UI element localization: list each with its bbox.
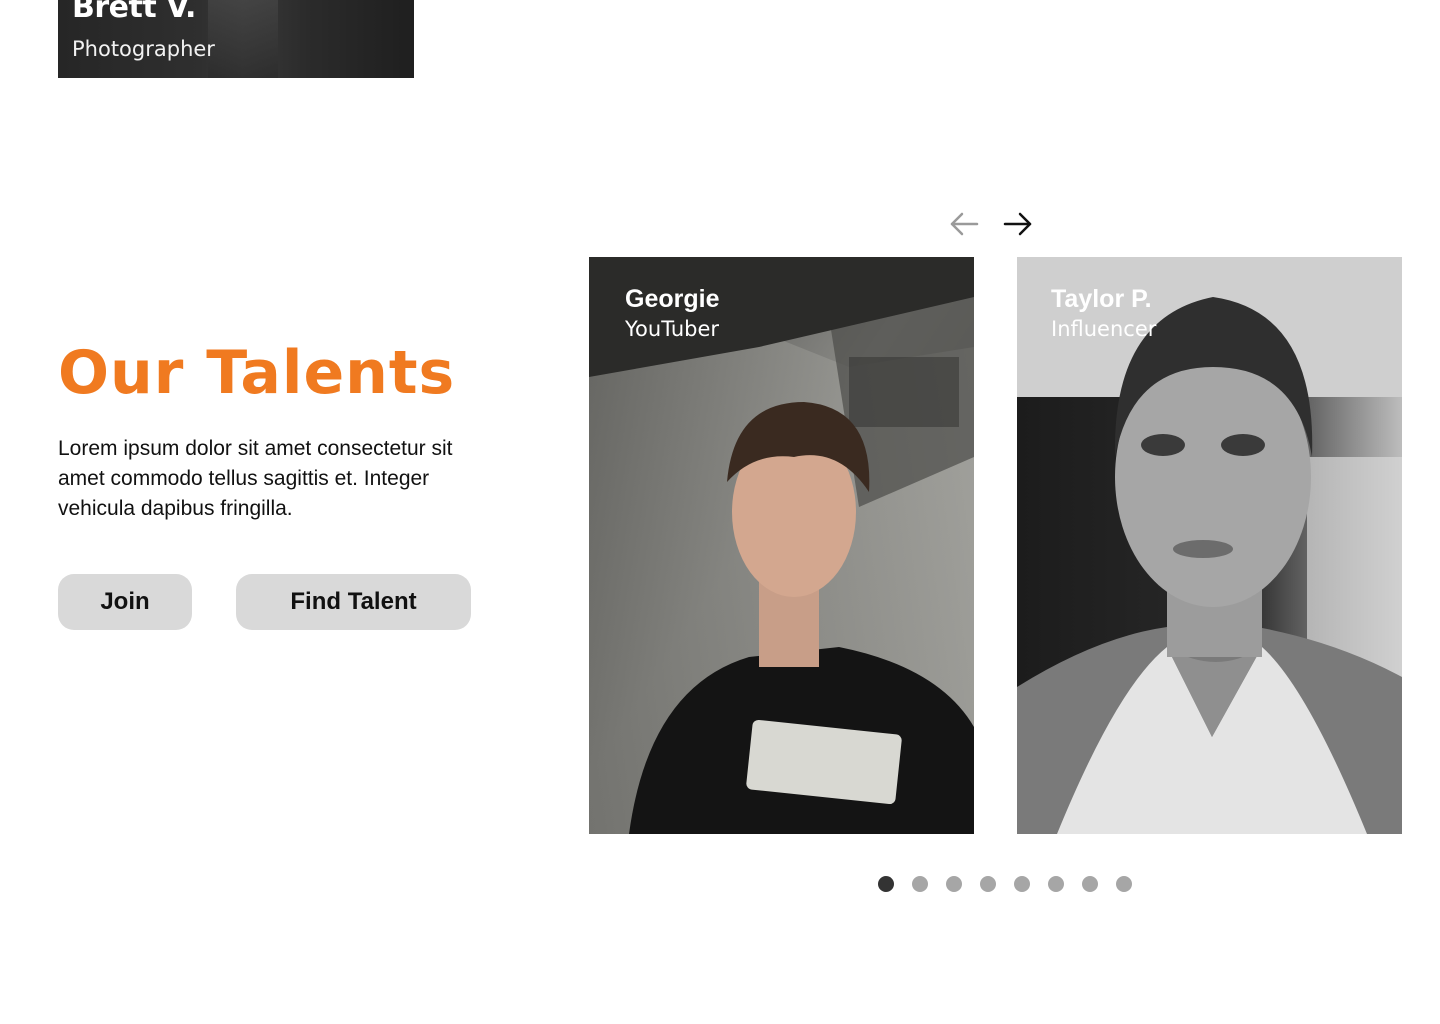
pagination-dot[interactable]	[1116, 876, 1132, 892]
talent-role: Influencer	[1051, 317, 1157, 341]
arrow-left-icon[interactable]	[947, 208, 981, 240]
pagination-dot[interactable]	[912, 876, 928, 892]
talent-role: YouTuber	[625, 317, 720, 341]
pagination-dot[interactable]	[1014, 876, 1030, 892]
talent-name: Taylor P.	[1051, 285, 1152, 313]
talent-photo	[1017, 257, 1402, 834]
arrow-right-icon[interactable]	[1001, 208, 1035, 240]
top-card-role: Photographer	[72, 37, 215, 61]
find-talent-button[interactable]: Find Talent	[236, 574, 471, 630]
pagination-dot[interactable]	[1082, 876, 1098, 892]
page: Brett V. Photographer Our Talents Lorem …	[0, 0, 1440, 1024]
pagination-dot[interactable]	[1048, 876, 1064, 892]
talent-name: Georgie	[625, 285, 720, 313]
pagination-dot[interactable]	[878, 876, 894, 892]
pagination-dot[interactable]	[946, 876, 962, 892]
section-description: Lorem ipsum dolor sit amet consectetur s…	[58, 437, 453, 520]
card-photo	[208, 0, 278, 78]
talent-card[interactable]: Taylor P. Influencer	[1017, 257, 1402, 834]
carousel-pagination	[878, 876, 1132, 892]
talent-photo	[589, 257, 974, 834]
talent-card[interactable]: Georgie YouTuber	[589, 257, 974, 834]
pagination-dot[interactable]	[980, 876, 996, 892]
top-talent-card[interactable]: Brett V. Photographer	[58, 0, 414, 78]
join-button[interactable]: Join	[58, 574, 192, 630]
section-title: Our Talents	[58, 338, 456, 408]
top-card-name: Brett V.	[72, 0, 196, 25]
